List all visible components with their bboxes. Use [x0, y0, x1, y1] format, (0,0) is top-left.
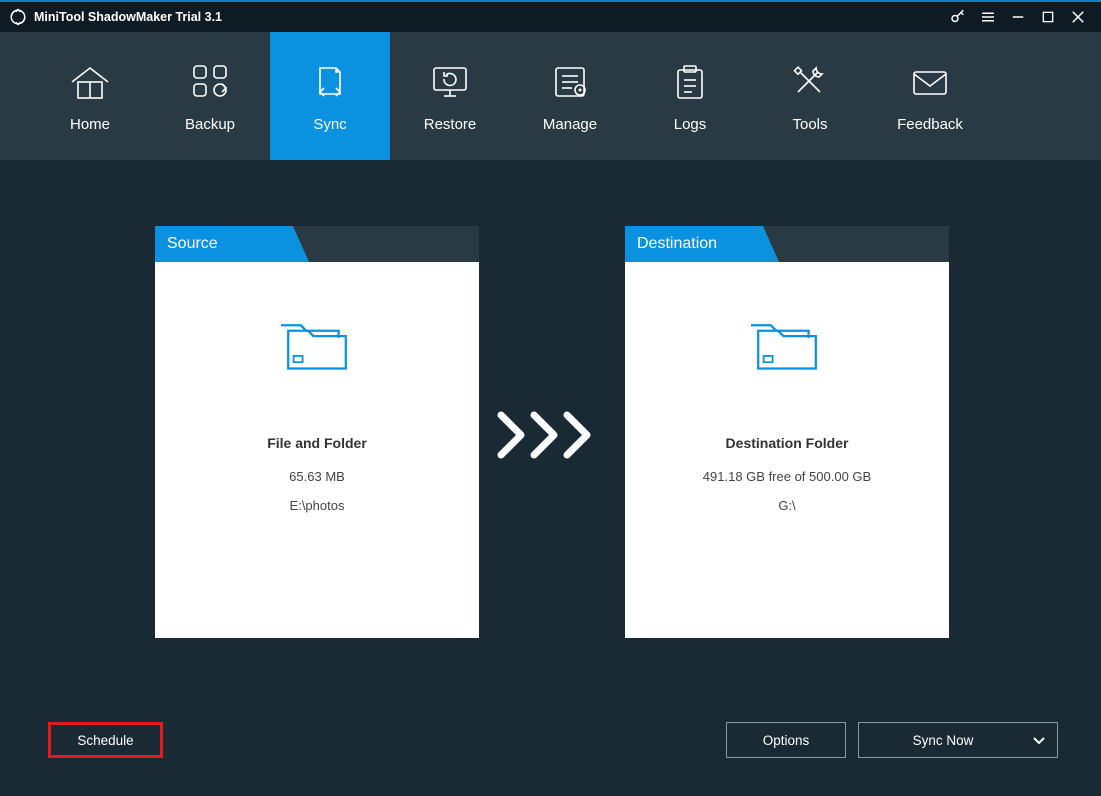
source-path: E:\photos	[290, 498, 345, 513]
card-header-label: Destination	[625, 226, 760, 262]
card-header-label: Source	[155, 226, 290, 262]
schedule-button[interactable]: Schedule	[48, 722, 163, 758]
nav-sync[interactable]: Sync	[270, 32, 390, 162]
backup-icon	[186, 62, 234, 102]
nav-label: Sync	[313, 116, 346, 133]
caret-down-icon	[1033, 733, 1045, 748]
card-body: File and Folder 65.63 MB E:\photos	[155, 262, 479, 638]
button-label: Schedule	[77, 733, 133, 748]
nav-label: Home	[70, 116, 110, 133]
button-label: Sync Now	[913, 733, 974, 748]
card-body: Destination Folder 491.18 GB free of 500…	[625, 262, 949, 638]
key-icon[interactable]	[943, 2, 973, 32]
manage-icon	[546, 62, 594, 102]
nav-tools[interactable]: Tools	[750, 32, 870, 162]
nav-label: Tools	[792, 116, 827, 133]
source-size: 65.63 MB	[289, 469, 345, 484]
logs-icon	[666, 62, 714, 102]
nav-restore[interactable]: Restore	[390, 32, 510, 162]
nav-label: Backup	[185, 116, 235, 133]
title-bar: MiniTool ShadowMaker Trial 3.1	[0, 0, 1101, 32]
restore-icon	[426, 62, 474, 102]
destination-title: Destination Folder	[726, 435, 849, 451]
card-header: Source	[155, 226, 479, 262]
tools-icon	[786, 62, 834, 102]
app-title: MiniTool ShadowMaker Trial 3.1	[34, 10, 222, 24]
button-label: Options	[763, 733, 810, 748]
nav-label: Manage	[543, 116, 597, 133]
footer-bar: Schedule Options Sync Now	[0, 722, 1101, 758]
source-title: File and Folder	[267, 435, 367, 451]
card-header: Destination	[625, 226, 949, 262]
sync-icon	[306, 62, 354, 102]
main-nav: Home Backup Sync Restore Manage Logs T	[0, 32, 1101, 162]
folder-icon	[272, 314, 362, 381]
nav-feedback[interactable]: Feedback	[870, 32, 990, 162]
syncnow-button[interactable]: Sync Now	[858, 722, 1058, 758]
nav-manage[interactable]: Manage	[510, 32, 630, 162]
close-button[interactable]	[1063, 2, 1093, 32]
home-icon	[66, 62, 114, 102]
nav-home[interactable]: Home	[30, 32, 150, 162]
nav-backup[interactable]: Backup	[150, 32, 270, 162]
source-card[interactable]: Source File and Folder 65.63 MB E:\photo…	[155, 226, 479, 638]
destination-card[interactable]: Destination Destination Folder 491.18 GB…	[625, 226, 949, 638]
nav-label: Feedback	[897, 116, 963, 133]
feedback-icon	[906, 62, 954, 102]
nav-label: Restore	[424, 116, 477, 133]
destination-size: 491.18 GB free of 500.00 GB	[703, 469, 871, 484]
folder-icon	[742, 314, 832, 381]
minimize-button[interactable]	[1003, 2, 1033, 32]
nav-label: Logs	[674, 116, 707, 133]
nav-logs[interactable]: Logs	[630, 32, 750, 162]
options-button[interactable]: Options	[726, 722, 846, 758]
arrows-icon	[496, 410, 606, 460]
content-area: Source File and Folder 65.63 MB E:\photo…	[0, 160, 1101, 796]
maximize-button[interactable]	[1033, 2, 1063, 32]
app-logo-icon	[8, 7, 28, 27]
menu-icon[interactable]	[973, 2, 1003, 32]
destination-path: G:\	[778, 498, 795, 513]
